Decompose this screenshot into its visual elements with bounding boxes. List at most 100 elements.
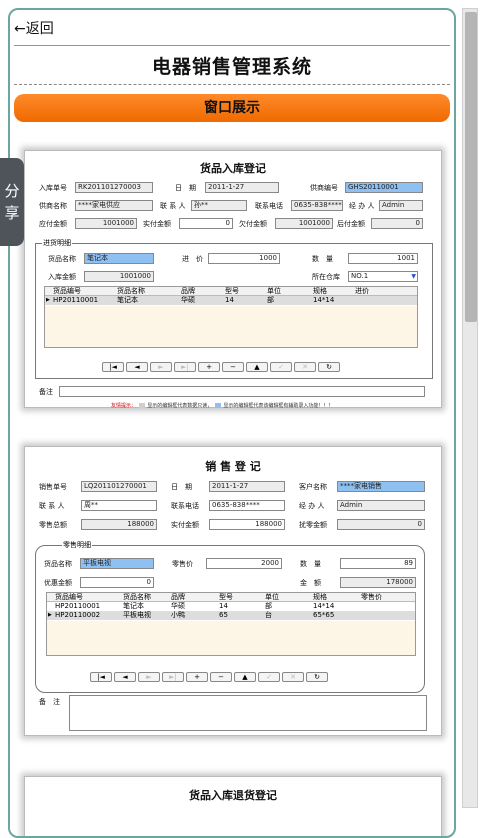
warehouse-select[interactable]: NO.1 ▼ (348, 271, 418, 282)
table-empty-area (45, 306, 417, 347)
post-record-button[interactable]: ✓ (270, 362, 292, 372)
record-navigator: |◄ ◄ ► ►| + − ▲ ✓ ✕ ↻ (90, 672, 330, 682)
add-record-button[interactable]: + (186, 672, 208, 682)
table-header: 货品编号 货品名称 品牌 型号 单位 规格 零售价 (47, 593, 415, 602)
detail-table: 货品编号 货品名称 品牌 型号 单位 规格 零售价 HP20110001 笔记本… (46, 592, 416, 656)
refresh-button[interactable]: ↻ (306, 672, 328, 682)
field-date[interactable]: 2011-1-27 (209, 481, 285, 492)
field-product-name[interactable]: 笔记本 (84, 253, 154, 264)
field-amount[interactable]: 178000 (340, 577, 416, 588)
field-paid[interactable]: 0 (179, 218, 233, 229)
last-record-button[interactable]: ►| (162, 672, 184, 682)
cell: 65 (219, 611, 228, 619)
field-after[interactable]: 0 (371, 218, 423, 229)
stock-in-screenshot: 货品入库登记 入库单号 RK201101270003 日 期 2011-1-27… (24, 150, 442, 409)
col-header: 货品名称 (123, 593, 151, 601)
col-header: 单位 (267, 287, 281, 295)
cell: 华硕 (181, 296, 195, 304)
field-amount[interactable]: 1001000 (84, 271, 154, 282)
field-total[interactable]: 188000 (81, 519, 157, 530)
delete-record-button[interactable]: − (210, 672, 232, 682)
lookup-legend-swatch (214, 403, 221, 408)
group-label: 零售明细 (62, 540, 92, 550)
cell: 部 (267, 296, 274, 304)
cell: 14 (219, 602, 228, 610)
cell: 平板电视 (123, 611, 151, 619)
table-row[interactable]: ▶ HP20110002 平板电视 小鸭 65 台 65*65 (47, 611, 415, 620)
cell: HP20110001 (55, 602, 101, 610)
label-order-no: 入库单号 (39, 184, 67, 192)
field-payable[interactable]: 1001000 (75, 218, 137, 229)
label-supplier-no: 供商编号 (310, 184, 338, 192)
field-owed[interactable]: 1001000 (275, 218, 333, 229)
field-qty[interactable]: 1001 (348, 253, 418, 264)
label-product-name: 货品名称 (48, 255, 76, 263)
next-record-button[interactable]: ► (150, 362, 172, 372)
table-row[interactable]: ▶ HP20110001 笔记本 华硕 14 部 14*14 (45, 296, 417, 305)
field-handler[interactable]: Admin (379, 200, 423, 211)
label-price: 进 价 (182, 255, 203, 263)
col-header: 规格 (313, 593, 327, 601)
prev-record-button[interactable]: ◄ (126, 362, 148, 372)
field-date[interactable]: 2011-1-27 (205, 182, 279, 193)
edit-record-button[interactable]: ▲ (234, 672, 256, 682)
back-link[interactable]: ←返回 (14, 18, 54, 38)
col-header: 零售价 (361, 593, 382, 601)
refresh-button[interactable]: ↻ (318, 362, 340, 372)
table-header: 货品编号 货品名称 品牌 型号 单位 规格 进价 (45, 287, 417, 296)
last-record-button[interactable]: ►| (174, 362, 196, 372)
field-contact[interactable]: 孙** (191, 200, 247, 211)
next-record-button[interactable]: ► (138, 672, 160, 682)
label-owed: 欠付金额 (239, 220, 267, 228)
cell: 华硕 (171, 602, 185, 610)
first-record-button[interactable]: |◄ (90, 672, 112, 682)
cell: 小鸭 (171, 611, 185, 619)
field-promo[interactable]: 0 (80, 577, 154, 588)
first-record-button[interactable]: |◄ (102, 362, 124, 372)
field-order-no[interactable]: LQ201101270001 (81, 481, 157, 492)
label-qty: 数 量 (312, 255, 333, 263)
window-showcase-button[interactable]: 窗口展示 (14, 94, 450, 122)
field-handler[interactable]: Admin (337, 500, 425, 511)
label-date: 日 期 (175, 184, 196, 192)
delete-record-button[interactable]: − (222, 362, 244, 372)
row-pointer-icon: ▶ (48, 612, 52, 618)
label-after: 后付金额 (337, 220, 365, 228)
field-remark[interactable] (59, 386, 425, 397)
field-phone[interactable]: 0635-838**** (291, 200, 343, 211)
cancel-record-button[interactable]: ✕ (294, 362, 316, 372)
field-paid[interactable]: 188000 (209, 519, 285, 530)
field-supplier-no[interactable]: GHS20110001 (345, 182, 423, 193)
table-row[interactable]: HP20110001 笔记本 华硕 14 部 14*14 (47, 602, 415, 611)
label-payable: 应付金额 (39, 220, 67, 228)
field-order-no[interactable]: RK201101270003 (75, 182, 153, 193)
edit-record-button[interactable]: ▲ (246, 362, 268, 372)
field-phone[interactable]: 0635-838**** (209, 500, 285, 511)
label-customer: 客户名称 (299, 483, 327, 491)
cell: 14*14 (313, 602, 335, 610)
field-supplier-name[interactable]: ****家电供应 (75, 200, 153, 211)
label-remark: 备注 (39, 388, 53, 396)
label-phone: 联系电话 (171, 502, 199, 510)
field-price[interactable]: 1000 (208, 253, 280, 264)
hint-label: 友情提示： (111, 403, 137, 409)
field-discount[interactable]: 0 (337, 519, 425, 530)
label-contact: 联 系 人 (39, 502, 65, 510)
prev-record-button[interactable]: ◄ (114, 672, 136, 682)
field-qty[interactable]: 89 (340, 558, 416, 569)
share-tab[interactable]: 分享 (0, 158, 24, 246)
field-product-name[interactable]: 平板电视 (80, 558, 154, 569)
row-pointer-icon: ▶ (46, 297, 50, 303)
add-record-button[interactable]: + (198, 362, 220, 372)
scrollbar-thumb[interactable] (465, 12, 477, 322)
post-record-button[interactable]: ✓ (258, 672, 280, 682)
label-amount: 金 额 (300, 579, 321, 587)
field-remark[interactable] (69, 695, 427, 731)
chevron-down-icon[interactable]: ▼ (411, 272, 416, 281)
field-retail-price[interactable]: 2000 (206, 558, 282, 569)
col-header: 单位 (265, 593, 279, 601)
cancel-record-button[interactable]: ✕ (282, 672, 304, 682)
field-customer[interactable]: ****家电销售 (337, 481, 425, 492)
label-paid: 实付金额 (143, 220, 171, 228)
field-contact[interactable]: 周** (81, 500, 157, 511)
